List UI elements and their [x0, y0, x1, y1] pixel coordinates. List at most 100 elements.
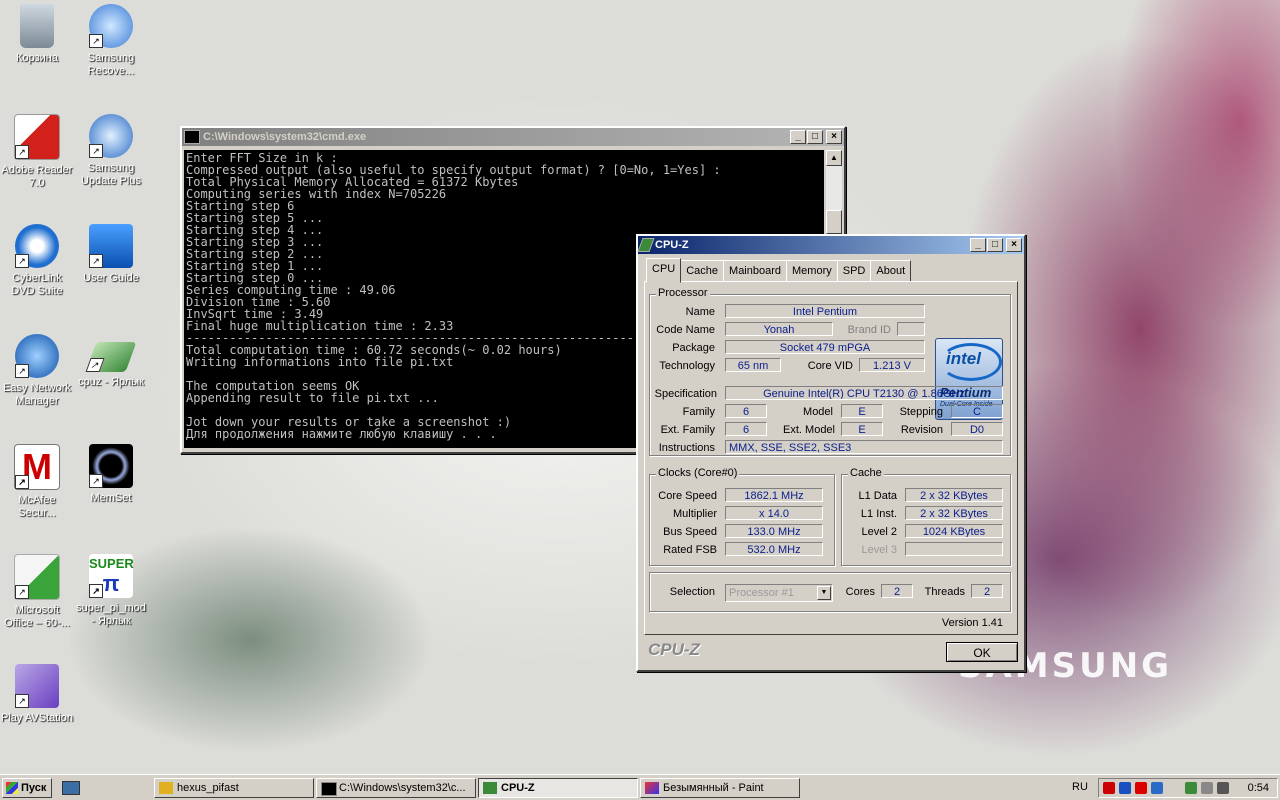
windows-flag-icon — [6, 782, 18, 794]
desktop-icon-samsung-recovery[interactable]: ↗ Samsung Recove... — [74, 4, 148, 78]
volume-icon[interactable] — [1217, 782, 1229, 794]
model-value: E — [841, 404, 883, 418]
antivirus-icon[interactable] — [1103, 782, 1115, 794]
extmodel-label: Ext. Model — [783, 424, 835, 436]
revision-label: Revision — [900, 424, 943, 436]
l1inst-label: L1 Inst. — [860, 508, 897, 520]
power-icon[interactable] — [1185, 782, 1197, 794]
language-indicator[interactable]: RU — [1072, 781, 1088, 793]
network-icon[interactable] — [1151, 782, 1163, 794]
family-label: Family — [682, 406, 715, 418]
taskbar: Пуск hexus_pifast C:\Windows\system32\c.… — [0, 774, 1280, 800]
adobe-reader-icon: ↗ — [14, 114, 60, 160]
shortcut-arrow-icon: ↗ — [89, 474, 103, 488]
threads-value: 2 — [971, 584, 1003, 598]
cpu-tab-panel: Processor Name Intel Pentium Code Name Y… — [644, 281, 1018, 635]
shortcut-arrow-icon: ↗ — [15, 475, 29, 489]
ratedfsb-label: Rated FSB — [663, 544, 717, 556]
desktop-icon-adobe-reader[interactable]: ↗ Adobe Reader 7.0 — [0, 114, 74, 190]
shortcut-arrow-icon: ↗ — [89, 144, 103, 158]
model-label: Model — [803, 406, 833, 418]
desktop-icon-user-guide[interactable]: ↗ User Guide — [74, 224, 148, 285]
desktop-icon-memset[interactable]: ↗ MemSet — [74, 444, 148, 505]
brandid-label: Brand ID — [847, 324, 891, 336]
minimize-button[interactable]: _ — [790, 130, 806, 144]
desktop-icon-ms-office[interactable]: ↗ Microsoft Office – 60-... — [0, 554, 74, 630]
level3-value — [905, 542, 1003, 556]
mcafee-tray-icon[interactable] — [1135, 782, 1147, 794]
chevron-down-icon[interactable]: ▼ — [817, 586, 831, 600]
tab-memory[interactable]: Memory — [786, 260, 838, 282]
user-guide-icon: ↗ — [89, 224, 133, 268]
close-button[interactable]: × — [826, 130, 842, 144]
cpuz-shortcut-icon: ↗ — [85, 342, 137, 372]
processor-select[interactable]: Processor #1 ▼ — [725, 584, 833, 602]
desktop-icon-network-manager[interactable]: ↗ Easy Network Manager — [0, 334, 74, 408]
bluetooth-icon[interactable] — [1119, 782, 1131, 794]
codename-label: Code Name — [656, 324, 715, 336]
safely-remove-icon[interactable] — [1201, 782, 1213, 794]
taskbar-item-hexus-pifast[interactable]: hexus_pifast — [154, 778, 314, 798]
desktop-icon-samsung-update[interactable]: ↗ Samsung Update Plus — [74, 114, 148, 188]
start-button[interactable]: Пуск — [2, 778, 52, 798]
l1data-value: 2 x 32 KBytes — [905, 488, 1003, 502]
shortcut-arrow-icon: ↗ — [15, 254, 29, 268]
shortcut-arrow-icon: ↗ — [85, 358, 105, 372]
corespeed-value: 1862.1 MHz — [725, 488, 823, 502]
taskbar-item-paint[interactable]: Безымянный - Paint — [640, 778, 800, 798]
superpi-icon: SUPER π ↗ — [89, 554, 134, 598]
show-desktop-icon[interactable] — [62, 781, 80, 795]
scroll-up-icon[interactable]: ▲ — [826, 150, 842, 166]
tab-about[interactable]: About — [870, 260, 912, 282]
cmd-title: C:\Windows\system32\cmd.exe — [203, 131, 367, 143]
package-value: Socket 479 mPGA — [725, 340, 925, 354]
cyberlink-icon: ↗ — [15, 224, 59, 268]
maximize-button[interactable]: □ — [807, 130, 823, 144]
scroll-thumb[interactable] — [826, 210, 842, 234]
desktop-icon-recycle-bin[interactable]: Корзина — [0, 4, 74, 65]
shortcut-arrow-icon: ↗ — [89, 34, 103, 48]
recycle-bin-icon — [20, 4, 54, 48]
specification-value: Genuine Intel(R) CPU T2130 @ 1.86GHz — [725, 386, 1003, 400]
desktop-icon-mcafee[interactable]: M ↗ McAfee Secur... — [0, 444, 74, 520]
cpuz-window[interactable]: CPU-Z _ □ × CPU Cache Mainboard Memory S… — [636, 234, 1026, 672]
maximize-button[interactable]: □ — [987, 238, 1003, 252]
desktop-icon-cyberlink[interactable]: ↗ CyberLink DVD Suite — [0, 224, 74, 298]
tab-cpu[interactable]: CPU — [646, 258, 682, 283]
package-label: Package — [672, 342, 715, 354]
multiplier-value: x 14.0 — [725, 506, 823, 520]
instructions-label: Instructions — [658, 442, 715, 454]
cpuz-brand-text: CPU-Z — [648, 640, 700, 659]
tab-spd[interactable]: SPD — [836, 260, 872, 282]
tab-mainboard[interactable]: Mainboard — [723, 260, 788, 282]
desktop-icon-avstation[interactable]: ↗ Play AVStation — [0, 664, 74, 725]
level2-label: Level 2 — [861, 526, 897, 538]
taskbar-item-cpuz[interactable]: CPU-Z — [478, 778, 638, 798]
technology-label: Technology — [659, 360, 715, 372]
desktop-icon-superpi[interactable]: SUPER π ↗ super_pi_mod - Ярлык — [74, 554, 148, 628]
technology-value: 65 nm — [725, 358, 781, 372]
avstation-icon: ↗ — [15, 664, 59, 708]
threads-label: Threads — [924, 586, 965, 598]
ok-button[interactable]: OK — [946, 642, 1018, 662]
shortcut-arrow-icon: ↗ — [15, 585, 29, 599]
taskbar-item-cmd[interactable]: C:\Windows\system32\c... — [316, 778, 476, 798]
cpuz-tabs: CPU Cache Mainboard Memory SPD About — [646, 258, 912, 283]
desktop-icon-cpuz-shortcut[interactable]: ↗ cpuz - Ярлык — [74, 334, 148, 389]
corevid-value: 1.213 V — [859, 358, 925, 372]
minimize-button[interactable]: _ — [970, 238, 986, 252]
family-value: 6 — [725, 404, 767, 418]
mcafee-icon: M ↗ — [14, 444, 60, 490]
system-tray: 0:54 — [1098, 778, 1278, 798]
memset-icon: ↗ — [89, 444, 133, 488]
cmd-icon — [184, 130, 200, 144]
ratedfsb-value: 532.0 MHz — [725, 542, 823, 556]
cpuz-titlebar[interactable]: CPU-Z _ □ × — [637, 236, 1024, 254]
tab-cache[interactable]: Cache — [680, 260, 725, 282]
cmd-titlebar[interactable]: C:\Windows\system32\cmd.exe _ □ × — [182, 128, 844, 146]
shortcut-arrow-icon: ↗ — [15, 364, 29, 378]
multiplier-label: Multiplier — [672, 508, 717, 520]
close-button[interactable]: × — [1006, 238, 1022, 252]
name-value: Intel Pentium — [725, 304, 925, 318]
shortcut-arrow-icon: ↗ — [15, 694, 29, 708]
